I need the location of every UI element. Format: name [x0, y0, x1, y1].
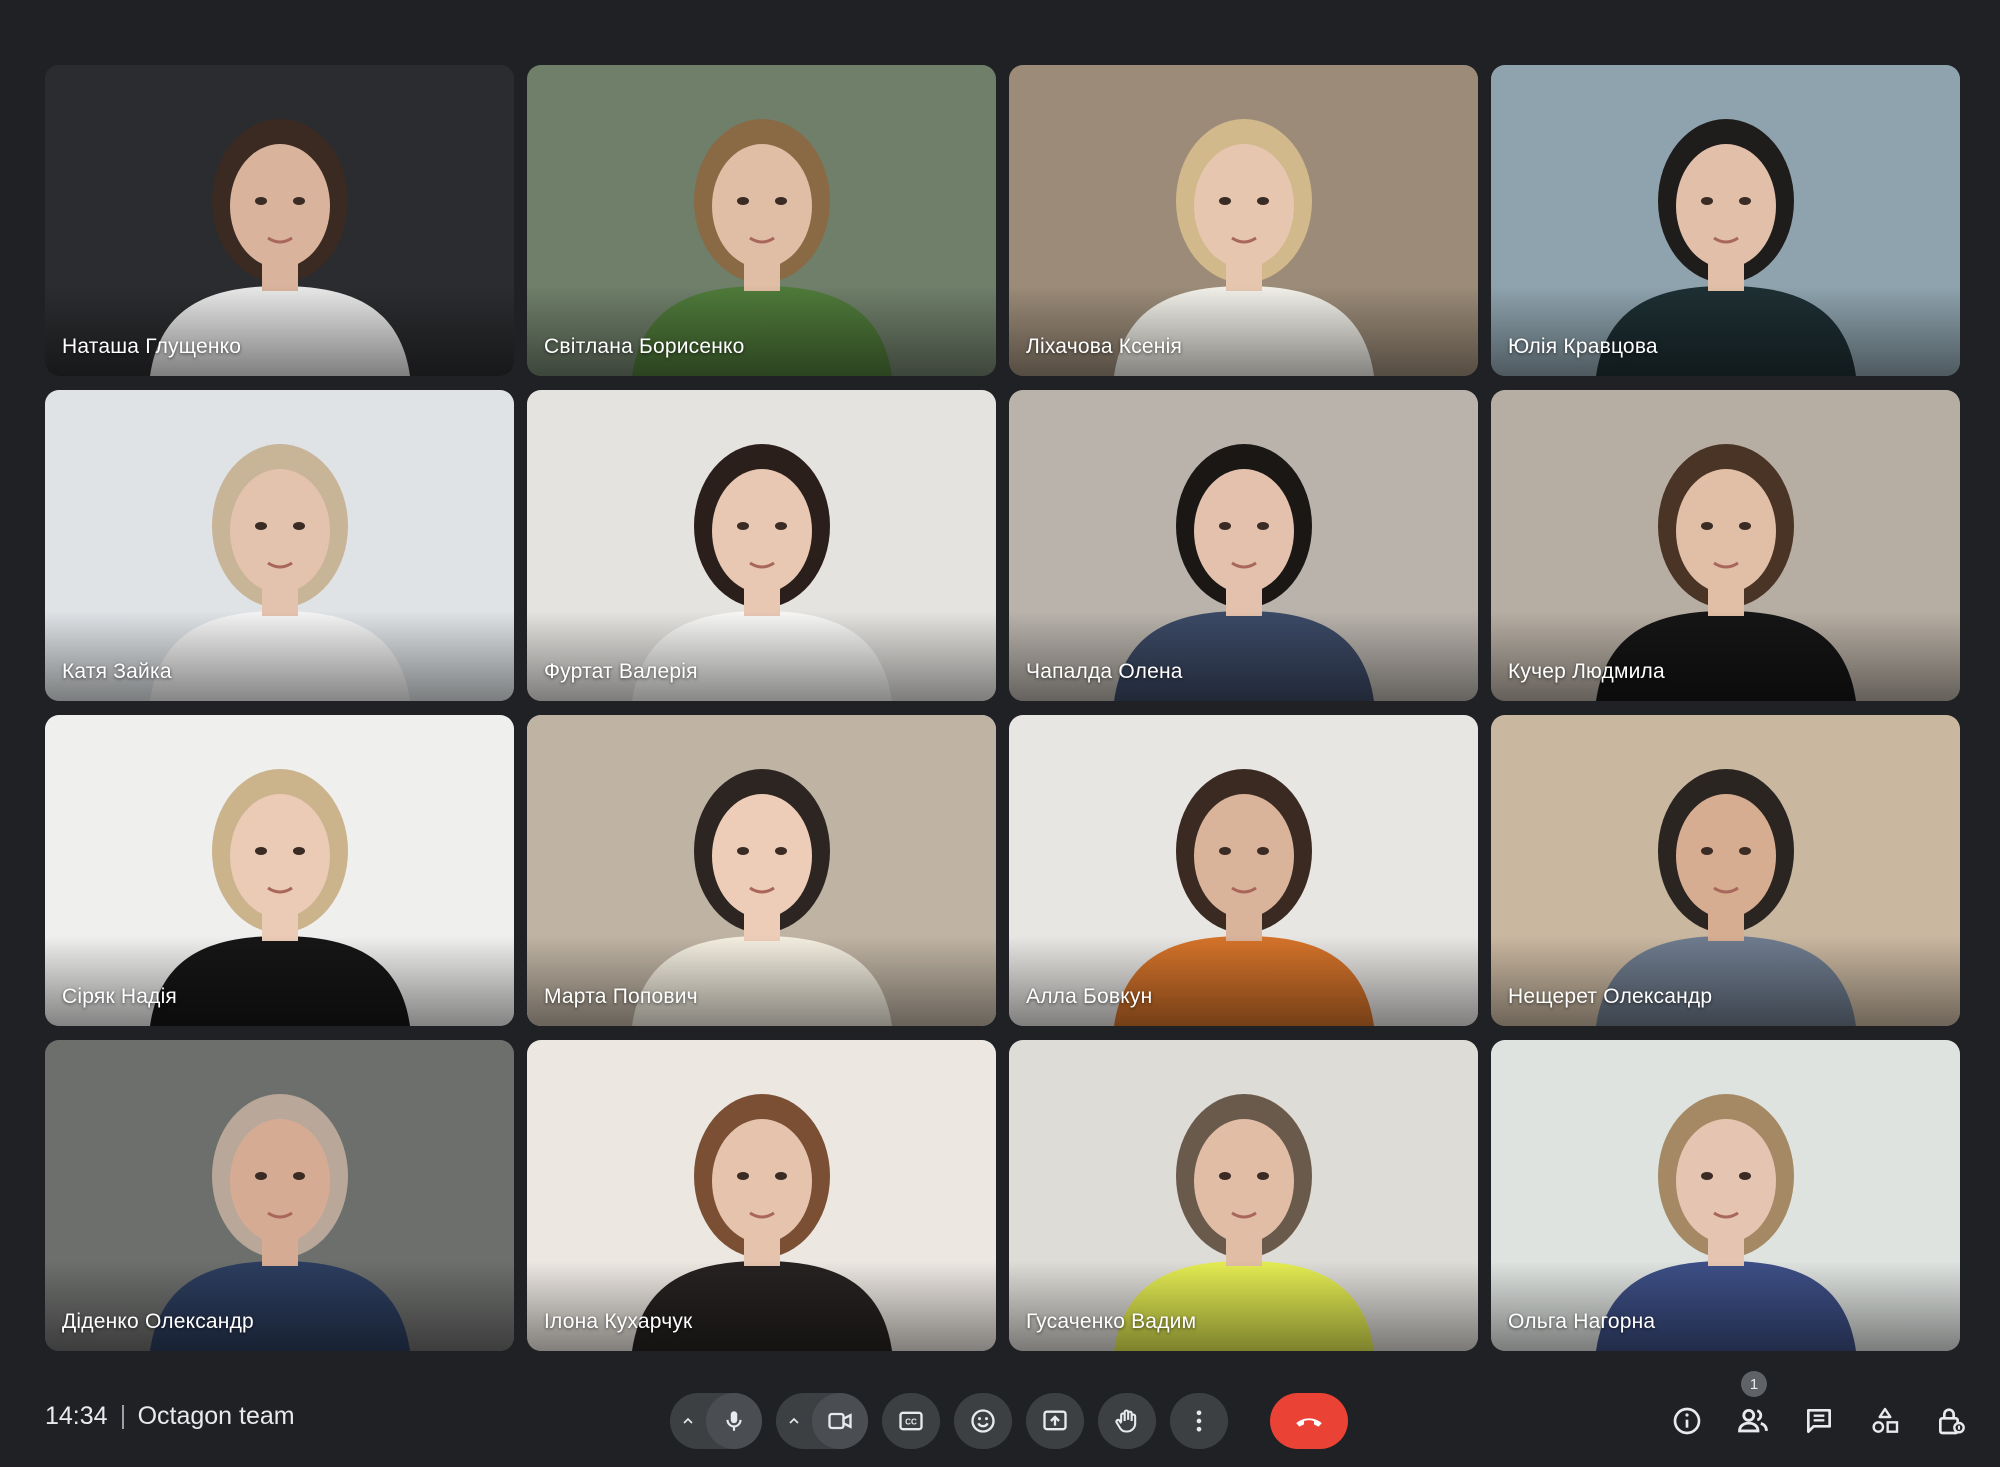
side-panel-tools: 1 — [1658, 1371, 1980, 1449]
host-controls-icon — [1939, 1408, 1965, 1435]
participant-name: Діденко Олександр — [62, 1310, 254, 1333]
present-screen-icon — [1043, 1410, 1067, 1431]
video-options-button[interactable] — [776, 1393, 812, 1449]
participant-tile[interactable]: Катя Зайка — [45, 390, 514, 701]
meeting-details-button[interactable] — [1658, 1393, 1716, 1449]
reactions-button[interactable] — [954, 1393, 1012, 1449]
name-shade — [1491, 611, 1960, 701]
raise-hand-button[interactable] — [1098, 1393, 1156, 1449]
meet-window: Наташа Глущенко Світлана Борисенко Ліхачов… — [0, 0, 2000, 1467]
end-call-button[interactable] — [1270, 1393, 1348, 1449]
participant-tile[interactable]: Алла Бовкун — [1009, 715, 1478, 1026]
participant-name: Марта Попович — [544, 985, 698, 1008]
participant-name: Ілона Кухарчук — [544, 1310, 693, 1333]
chat-button[interactable] — [1790, 1393, 1848, 1449]
raise-hand-icon — [1115, 1409, 1137, 1433]
participant-tile[interactable]: Діденко Олександр — [45, 1040, 514, 1351]
name-shade — [45, 611, 514, 701]
participant-name: Наташа Глущенко — [62, 335, 242, 358]
activities-icon — [1872, 1407, 1899, 1433]
participant-tile[interactable]: Фуртат Валерія — [527, 390, 996, 701]
svg-text:CC: CC — [905, 1418, 917, 1427]
participant-name: Нещерет Олександр — [1508, 985, 1713, 1008]
mic-button[interactable] — [706, 1393, 762, 1449]
participant-tile[interactable]: Марта Попович — [527, 715, 996, 1026]
name-shade — [1491, 286, 1960, 376]
participant-tile[interactable]: Наташа Глущенко — [45, 65, 514, 376]
name-shade — [1009, 936, 1478, 1026]
participant-tile[interactable]: Нещерет Олександр — [1491, 715, 1960, 1026]
meeting-title: Octagon team — [137, 1402, 295, 1430]
emoji-icon — [971, 1409, 995, 1433]
call-controls: CC — [670, 1393, 1348, 1449]
mic-control — [670, 1393, 762, 1449]
participant-tile[interactable]: Ліхачова Ксенія — [1009, 65, 1478, 376]
participant-name: Кучер Людмила — [1508, 660, 1665, 683]
present-button[interactable] — [1026, 1393, 1084, 1449]
participant-name: Чапалда Олена — [1026, 660, 1183, 683]
chevron-up-icon — [683, 1417, 693, 1424]
participant-tile[interactable]: Чапалда Олена — [1009, 390, 1478, 701]
name-shade — [1491, 1261, 1960, 1351]
name-shade — [527, 1261, 996, 1351]
participant-name: Катя Зайка — [62, 660, 172, 683]
participant-tile[interactable]: Ілона Кухарчук — [527, 1040, 996, 1351]
name-shade — [1009, 611, 1478, 701]
chat-icon — [1807, 1409, 1831, 1433]
bottom-toolbar: 14:34 Octagon team CC 1 — [0, 1370, 2000, 1467]
name-shade — [1009, 286, 1478, 376]
chevron-up-icon — [789, 1417, 799, 1424]
participants-count-badge: 1 — [1741, 1371, 1767, 1397]
name-shade — [1009, 1261, 1478, 1351]
closed-captions-icon: CC — [899, 1411, 923, 1431]
participant-tile[interactable]: Кучер Людмила — [1491, 390, 1960, 701]
participant-name: Фуртат Валерія — [544, 660, 698, 683]
participant-name: Ольга Нагорна — [1508, 1310, 1656, 1333]
participant-name: Світлана Борисенко — [544, 335, 745, 358]
end-call-icon — [1296, 1418, 1322, 1427]
camera-button[interactable] — [812, 1393, 868, 1449]
participant-tile[interactable]: Гусаченко Вадим — [1009, 1040, 1478, 1351]
info-icon — [1673, 1407, 1701, 1435]
activities-button[interactable] — [1856, 1393, 1914, 1449]
divider — [121, 1404, 124, 1429]
videocam-icon — [828, 1412, 852, 1430]
participant-name: Сіряк Надія — [62, 985, 178, 1008]
name-shade — [45, 936, 514, 1026]
more-options-icon — [1196, 1410, 1202, 1432]
name-shade — [45, 1261, 514, 1351]
participant-tile[interactable]: Сіряк Надія — [45, 715, 514, 1026]
meeting-info: 14:34 Octagon team — [45, 1402, 295, 1431]
participant-tile[interactable]: Ольга Нагорна — [1491, 1040, 1960, 1351]
participant-name: Ліхачова Ксенія — [1026, 335, 1183, 358]
participant-tile[interactable]: Світлана Борисенко — [527, 65, 996, 376]
people-button[interactable]: 1 — [1724, 1371, 1782, 1449]
participant-name: Алла Бовкун — [1026, 985, 1153, 1008]
name-shade — [1491, 936, 1960, 1026]
name-shade — [527, 611, 996, 701]
captions-button[interactable]: CC — [882, 1393, 940, 1449]
participant-tile[interactable]: Юлія Кравцова — [1491, 65, 1960, 376]
participant-grid: Наташа Глущенко Світлана Борисенко Ліхачов… — [45, 65, 1960, 1351]
camera-control — [776, 1393, 868, 1449]
participant-name: Гусаченко Вадим — [1026, 1310, 1197, 1333]
host-controls-button[interactable] — [1922, 1393, 1980, 1449]
name-shade — [527, 936, 996, 1026]
name-shade — [45, 286, 514, 376]
name-shade — [527, 286, 996, 376]
people-icon — [1738, 1408, 1768, 1433]
meeting-time: 14:34 — [45, 1402, 108, 1430]
participant-name: Юлія Кравцова — [1508, 335, 1658, 358]
more-options-button[interactable] — [1170, 1393, 1228, 1449]
mic-icon — [726, 1411, 742, 1431]
audio-options-button[interactable] — [670, 1393, 706, 1449]
